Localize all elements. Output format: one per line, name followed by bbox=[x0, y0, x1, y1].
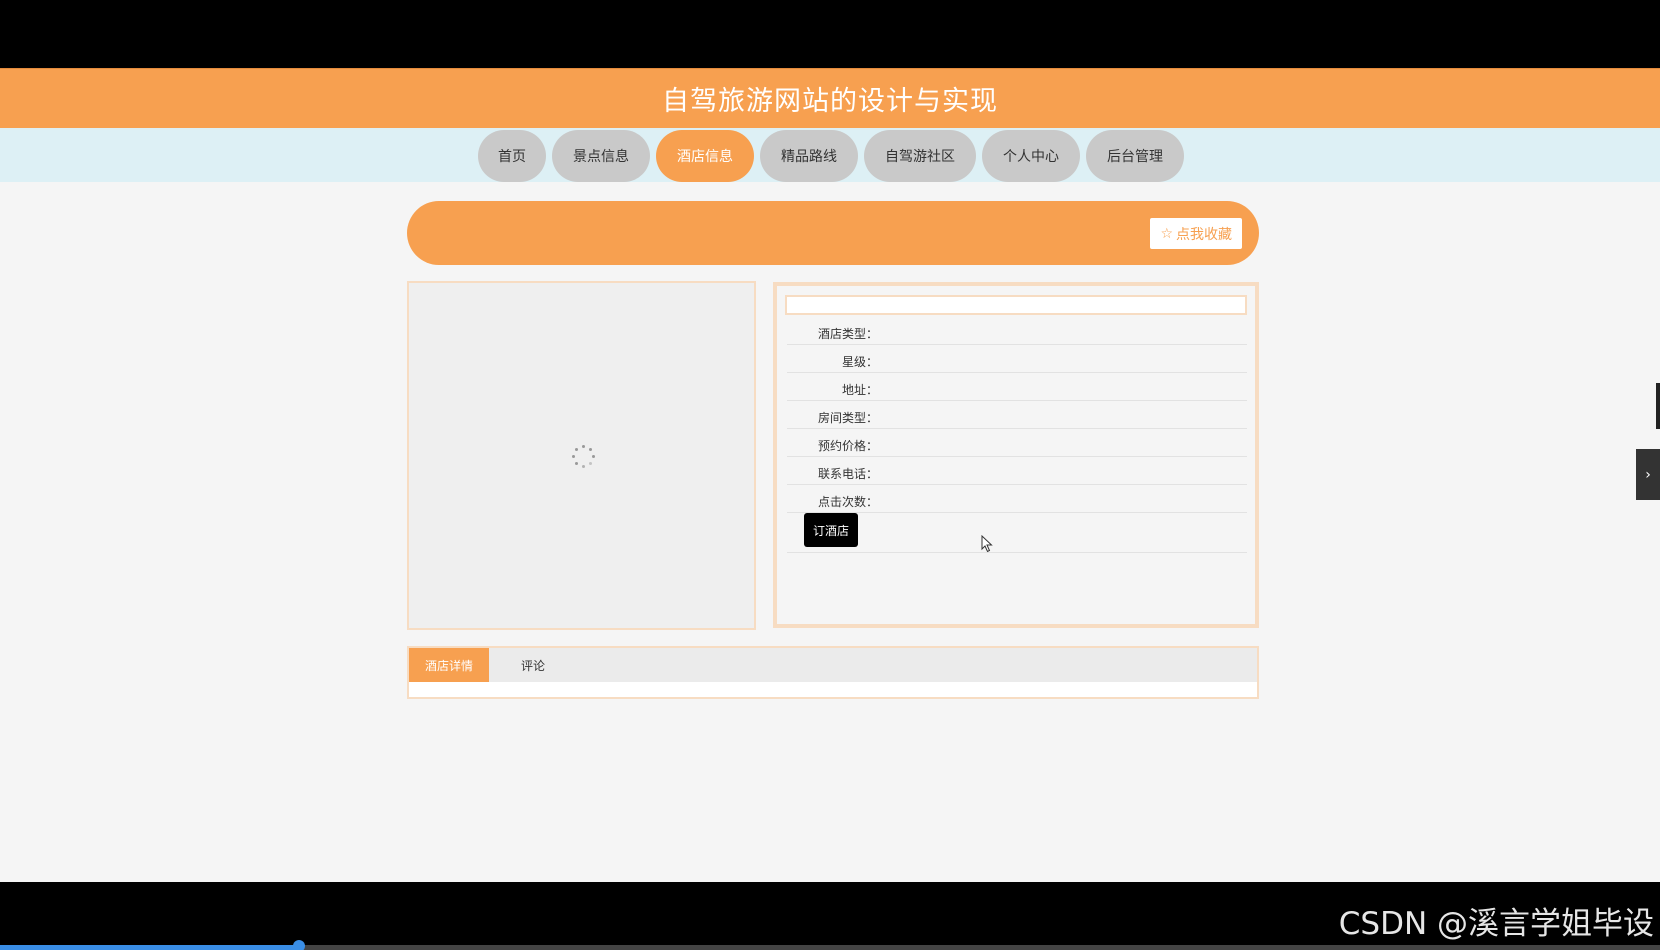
nav-item-routes[interactable]: 精品路线 bbox=[760, 130, 858, 182]
csdn-watermark: CSDN @溪言学姐毕设 bbox=[1338, 906, 1654, 942]
detail-tabs: 酒店详情 评论 bbox=[407, 646, 1259, 699]
info-label: 点击次数： bbox=[817, 495, 878, 509]
chevron-right-icon[interactable]: › bbox=[1636, 449, 1660, 500]
site-title: 自驾旅游网站的设计与实现 bbox=[662, 86, 998, 117]
info-row-star-level: 星级： bbox=[787, 345, 1247, 373]
video-letterbox-top bbox=[0, 0, 1660, 68]
nav-item-hotels[interactable]: 酒店信息 bbox=[656, 130, 754, 182]
info-label: 房间类型： bbox=[817, 411, 878, 425]
nav-item-profile[interactable]: 个人中心 bbox=[982, 130, 1080, 182]
info-label: 联系电话： bbox=[817, 467, 878, 481]
info-label: 星级： bbox=[841, 355, 878, 369]
favorite-label: 点我收藏 bbox=[1176, 226, 1232, 243]
loading-spinner-icon bbox=[571, 445, 595, 469]
hotel-image bbox=[407, 281, 756, 630]
mouse-cursor-icon bbox=[981, 535, 993, 553]
book-hotel-button[interactable]: 订酒店 bbox=[804, 513, 858, 547]
video-progress-fill bbox=[0, 945, 299, 950]
info-label: 预约价格： bbox=[817, 439, 878, 453]
info-row-hotel-type: 酒店类型： bbox=[787, 317, 1247, 345]
video-progress-handle[interactable] bbox=[292, 940, 305, 950]
hotel-name bbox=[785, 295, 1247, 315]
info-row-phone: 联系电话： bbox=[787, 457, 1247, 485]
scrollbar-edge bbox=[1656, 383, 1660, 429]
nav-item-community[interactable]: 自驾游社区 bbox=[864, 130, 976, 182]
tab-hotel-details[interactable]: 酒店详情 bbox=[409, 648, 490, 682]
site-header: 自驾旅游网站的设计与实现 bbox=[0, 68, 1660, 128]
info-label: 酒店类型： bbox=[817, 327, 878, 341]
hotel-banner: ☆ 点我收藏 bbox=[407, 201, 1259, 265]
info-row-room-type: 房间类型： bbox=[787, 401, 1247, 429]
info-label: 地址： bbox=[841, 383, 878, 397]
nav-item-home[interactable]: 首页 bbox=[478, 130, 546, 182]
browser-page: 自驾旅游网站的设计与实现 首页 景点信息 酒店信息 精品路线 自驾游社区 个人中… bbox=[0, 68, 1660, 882]
book-row: 订酒店 bbox=[787, 509, 1247, 553]
info-row-address: 地址： bbox=[787, 373, 1247, 401]
info-row-price: 预约价格： bbox=[787, 429, 1247, 457]
favorite-button[interactable]: ☆ 点我收藏 bbox=[1150, 218, 1242, 249]
nav-item-admin[interactable]: 后台管理 bbox=[1086, 130, 1184, 182]
main-nav: 首页 景点信息 酒店信息 精品路线 自驾游社区 个人中心 后台管理 bbox=[0, 128, 1660, 182]
hotel-info-panel: 酒店类型： 星级： 地址： 房间类型： 预约价格： 联系电话： 点击次数： 订酒… bbox=[773, 282, 1259, 628]
tab-comments[interactable]: 评论 bbox=[489, 648, 577, 682]
nav-item-attractions[interactable]: 景点信息 bbox=[552, 130, 650, 182]
star-outline-icon: ☆ bbox=[1160, 225, 1173, 242]
